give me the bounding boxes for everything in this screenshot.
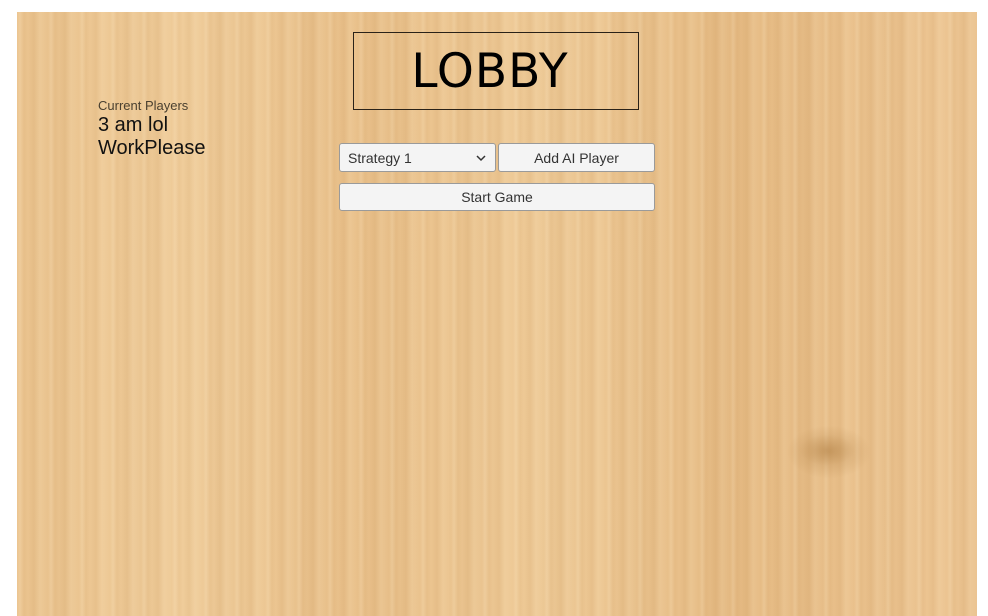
strategy-dropdown[interactable]: Strategy 1 bbox=[339, 143, 496, 172]
lobby-title-box: LOBBY bbox=[353, 32, 639, 110]
add-ai-player-label: Add AI Player bbox=[534, 149, 619, 166]
start-game-button[interactable]: Start Game bbox=[339, 183, 655, 211]
chevron-down-icon bbox=[476, 154, 486, 161]
current-players-panel: Current Players 3 am lol WorkPlease bbox=[98, 98, 205, 160]
start-game-label: Start Game bbox=[461, 189, 533, 205]
current-players-heading: Current Players bbox=[98, 98, 189, 113]
wood-background: LOBBY Current Players 3 am lol WorkPleas… bbox=[17, 12, 977, 616]
add-ai-player-button[interactable]: Add AI Player bbox=[498, 143, 655, 172]
player-name: WorkPlease bbox=[98, 137, 206, 159]
strategy-dropdown-value: Strategy 1 bbox=[348, 149, 412, 166]
page-title: LOBBY bbox=[411, 44, 569, 99]
player-name: 3 am lol bbox=[98, 114, 169, 136]
